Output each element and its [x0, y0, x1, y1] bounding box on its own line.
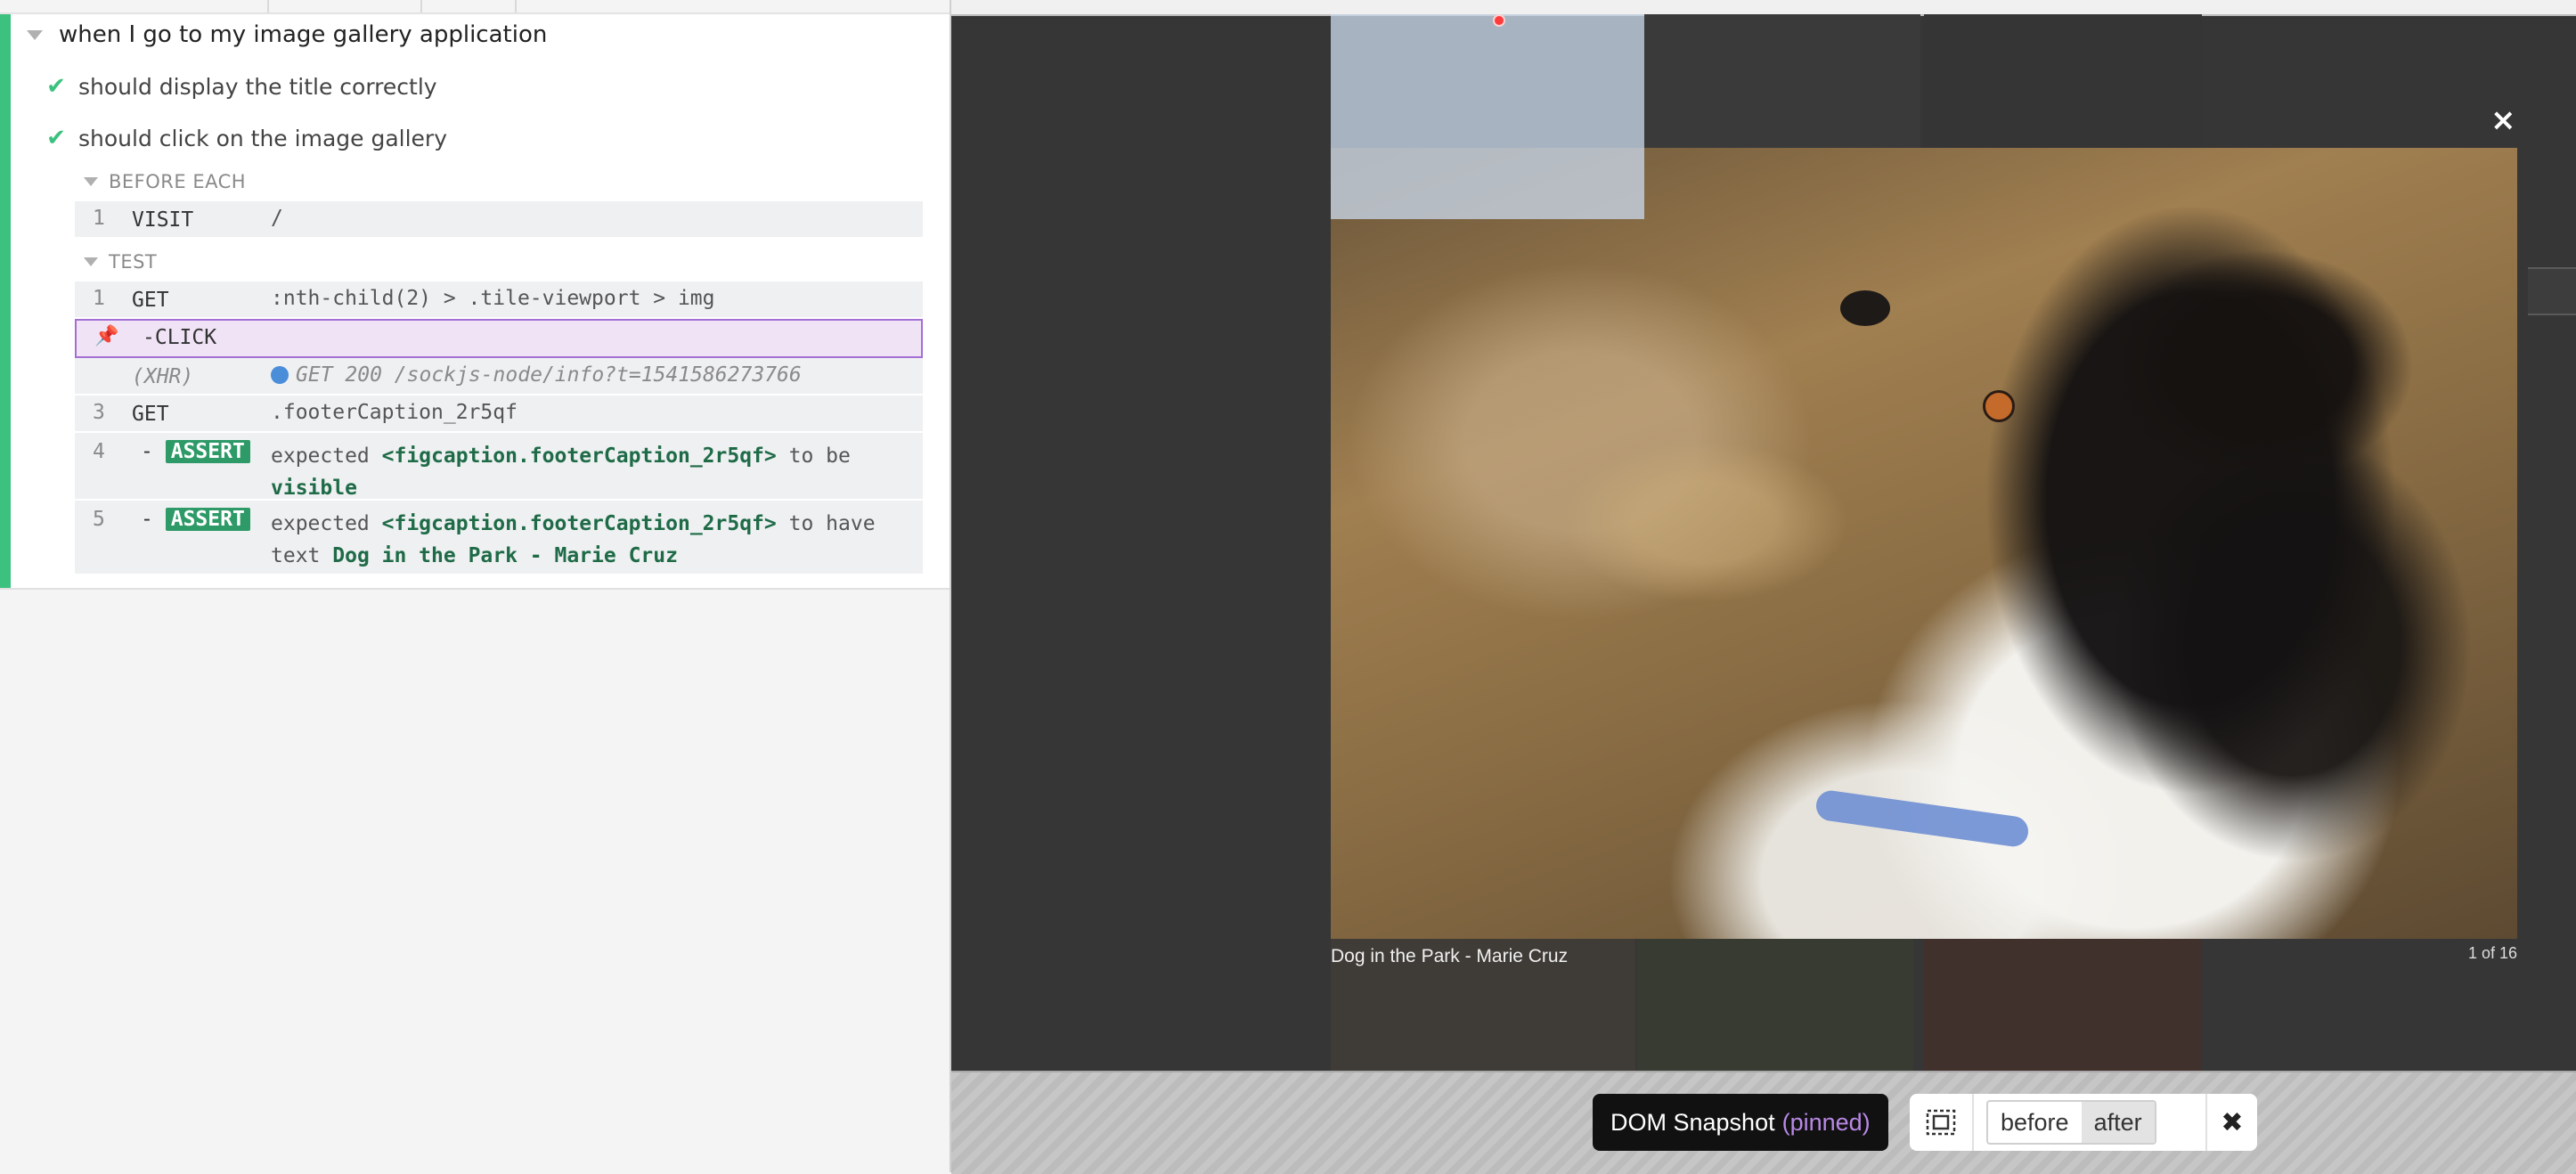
suite-pass-indicator	[0, 14, 11, 588]
check-icon: ✔	[46, 125, 66, 151]
dog-eye	[1983, 390, 2015, 422]
assert-subject: <figcaption.footerCaption_2r5qf>	[381, 512, 777, 535]
command-number: 3	[93, 401, 105, 424]
command-row[interactable]: 3 GET .footerCaption_2r5qf	[75, 395, 923, 431]
hook-title: TEST	[109, 251, 158, 273]
assert-predicate-cont: text	[271, 544, 321, 567]
gallery-tile	[1644, 14, 1920, 148]
command-message: GET 200 /sockjs-node/info?t=154158627376…	[271, 363, 802, 387]
pin-icon: 📌	[94, 325, 119, 347]
before-after-toggle: before after	[1986, 1100, 2156, 1145]
test-title: should click on the image gallery	[78, 125, 447, 151]
snapshot-after-button[interactable]: after	[2081, 1102, 2155, 1143]
snapshot-controls: before after ✖	[1910, 1094, 2257, 1151]
xhr-command-row[interactable]: (XHR) GET 200 /sockjs-node/info?t=154158…	[75, 358, 923, 394]
element-highlight-icon	[1926, 1109, 1956, 1136]
command-name: (XHR)	[132, 365, 194, 388]
command-name: GET	[132, 403, 169, 426]
command-message: /	[271, 207, 283, 230]
command-name: - ASSERT	[141, 508, 250, 531]
command-number: 1	[93, 287, 105, 310]
assert-badge: ASSERT	[165, 508, 250, 531]
background-header-fragment	[2528, 267, 2576, 315]
assert-predicate: to be	[788, 444, 851, 468]
dom-snapshot-label: DOM Snapshot (pinned)	[1593, 1094, 1888, 1151]
image-counter: 1 of 16	[2467, 944, 2517, 962]
assert-badge: ASSERT	[165, 440, 250, 463]
command-row-pinned[interactable]: 📌 -CLICK	[75, 319, 923, 358]
chevron-down-icon[interactable]	[27, 29, 43, 40]
gallery-tile	[1924, 939, 2202, 1071]
command-dash: -	[141, 508, 153, 531]
command-message: :nth-child(2) > .tile-viewport > img	[271, 287, 715, 310]
chevron-down-icon[interactable]	[84, 177, 98, 186]
expected-label: expected	[271, 512, 370, 535]
reporter-header-stub	[0, 0, 950, 14]
snapshot-title: DOM Snapshot	[1610, 1108, 1775, 1136]
command-name: -CLICK	[143, 326, 217, 349]
command-number: 5	[93, 508, 105, 531]
command-row-assert[interactable]: 5 - ASSERT expected <figcaption.footerCa…	[75, 501, 923, 574]
snapshot-close-button[interactable]: ✖	[2205, 1094, 2257, 1151]
lightbox-caption: Dog in the Park - Marie Cruz	[1331, 946, 1569, 966]
test-item[interactable]: ✔ should click on the image gallery	[46, 125, 447, 151]
suite-block: when I go to my image gallery applicatio…	[0, 14, 950, 590]
assert-predicate-cont: visible	[271, 477, 357, 500]
snapshot-pinned-label: (pinned)	[1781, 1108, 1871, 1136]
xhr-message: GET 200 /sockjs-node/info?t=154158627376…	[296, 363, 802, 387]
gallery-tile	[1637, 939, 1913, 1071]
command-message: .footerCaption_2r5qf	[271, 401, 518, 424]
snapshot-element-highlight	[1331, 14, 1644, 219]
gallery-tile	[1924, 14, 2202, 148]
hook-title: BEFORE EACH	[109, 171, 247, 192]
command-row[interactable]: 1 VISIT /	[75, 201, 923, 237]
assert-message: expected <figcaption.footerCaption_2r5qf…	[271, 440, 912, 504]
command-row[interactable]: 1 GET :nth-child(2) > .tile-viewport > i…	[75, 281, 923, 317]
lightbox-close-button[interactable]: ×	[2490, 105, 2516, 135]
assert-predicate: to have	[788, 512, 876, 535]
assert-message: expected <figcaption.footerCaption_2r5qf…	[271, 508, 912, 572]
check-icon: ✔	[46, 73, 66, 100]
command-number: 4	[93, 440, 105, 463]
command-name: GET	[132, 289, 169, 312]
hook-test[interactable]: TEST	[84, 251, 157, 273]
command-dash: -	[141, 440, 153, 463]
command-name: VISIT	[132, 208, 194, 232]
assert-subject: <figcaption.footerCaption_2r5qf>	[381, 444, 777, 468]
expected-label: expected	[271, 444, 370, 468]
dog-nose	[1840, 290, 1890, 326]
click-hitbox-marker	[1493, 14, 1505, 27]
hook-before-each[interactable]: BEFORE EACH	[84, 171, 246, 192]
test-item[interactable]: ✔ should display the title correctly	[46, 73, 437, 100]
command-number: 1	[93, 207, 105, 230]
command-log-panel: when I go to my image gallery applicatio…	[0, 0, 951, 1172]
chevron-down-icon[interactable]	[84, 257, 98, 266]
test-title: should display the title correctly	[78, 73, 437, 100]
suite-title-row[interactable]: when I go to my image gallery applicatio…	[27, 21, 547, 48]
xhr-status-dot	[271, 366, 289, 384]
command-row-assert[interactable]: 4 - ASSERT expected <figcaption.footerCa…	[75, 433, 923, 500]
highlight-toggle-button[interactable]	[1910, 1094, 1974, 1151]
command-name: - ASSERT	[141, 440, 250, 463]
snapshot-before-button[interactable]: before	[1988, 1102, 2082, 1143]
assert-value: Dog in the Park - Marie Cruz	[332, 544, 678, 567]
suite-title: when I go to my image gallery applicatio…	[59, 21, 548, 48]
